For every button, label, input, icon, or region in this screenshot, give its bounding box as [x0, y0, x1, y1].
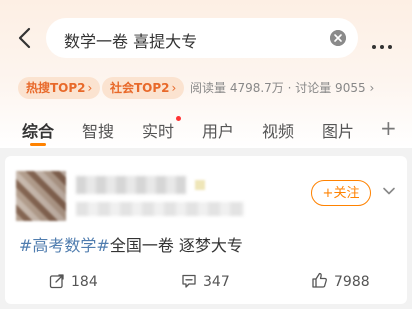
social-rank-tag[interactable]: 社会TOP2 › — [102, 77, 185, 99]
repost-button[interactable]: 184 — [49, 270, 98, 294]
avatar[interactable] — [16, 171, 66, 221]
tab-smart-search[interactable]: 智搜 — [82, 118, 114, 142]
clear-icon[interactable] — [330, 30, 346, 46]
tab-users[interactable]: 用户 — [202, 118, 234, 142]
tab-comprehensive[interactable]: 综合 — [22, 118, 54, 142]
more-icon[interactable] — [372, 34, 402, 49]
tab-realtime[interactable]: 实时 — [142, 118, 174, 142]
tab-images[interactable]: 图片 — [322, 118, 354, 142]
post-meta-blurred — [76, 202, 244, 216]
hot-search-rank-tag[interactable]: 热搜TOP2 › — [18, 77, 101, 99]
topic-stats[interactable]: 阅读量 4798.7万 · 讨论量 9055 › — [190, 80, 374, 96]
topic-tags: 热搜TOP2 › 社会TOP2 › 阅读量 4798.7万 · 讨论量 9055 › — [0, 77, 412, 99]
hashtag-link[interactable]: #高考数学# — [19, 236, 110, 255]
author-badge-blurred — [195, 180, 205, 190]
follow-button[interactable]: +关注 — [311, 180, 371, 206]
post-card[interactable]: +关注 #高考数学#全国一卷 逐梦大专 184 347 7988 — [5, 156, 407, 304]
author-name-blurred[interactable] — [76, 176, 186, 194]
comment-icon — [182, 274, 196, 288]
like-count: 7988 — [334, 274, 370, 290]
search-input[interactable]: 数学一卷 喜提大专 — [46, 18, 358, 58]
result-tabs: 综合 智搜 实时 用户 视频 图片 + — [0, 114, 412, 148]
chevron-down-icon[interactable] — [382, 184, 396, 198]
search-header: 数学一卷 喜提大专 热搜TOP2 › 社会TOP2 › 阅读量 4798.7万 · … — [0, 0, 412, 148]
active-tab-indicator — [30, 143, 46, 146]
repost-count: 184 — [71, 274, 98, 290]
post-body: 全国一卷 逐梦大专 — [109, 236, 243, 255]
tab-videos[interactable]: 视频 — [262, 118, 294, 142]
repost-icon — [49, 274, 64, 289]
post-actions: 184 347 7988 — [5, 270, 407, 294]
add-tab-icon[interactable]: + — [380, 116, 397, 140]
back-arrow-icon[interactable] — [14, 26, 38, 50]
new-content-dot — [176, 116, 181, 121]
comment-count: 347 — [203, 274, 230, 290]
thumbs-up-icon — [312, 272, 327, 288]
search-query: 数学一卷 喜提大专 — [64, 32, 198, 51]
comment-button[interactable]: 347 — [181, 270, 230, 294]
search-bar: 数学一卷 喜提大专 — [0, 14, 412, 62]
post-text: #高考数学#全国一卷 逐梦大专 — [19, 232, 243, 256]
like-button[interactable]: 7988 — [311, 270, 370, 294]
